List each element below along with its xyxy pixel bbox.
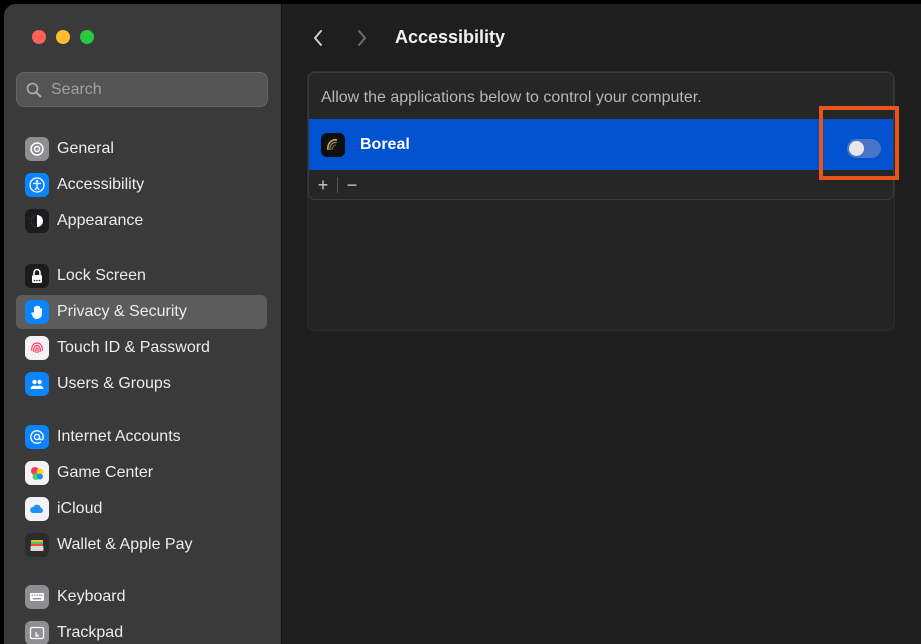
game-center-icon: [25, 461, 49, 485]
boreal-app-icon: [321, 132, 345, 157]
highlight-box: [819, 106, 899, 180]
sidebar-item-icloud[interactable]: iCloud: [16, 492, 267, 526]
sidebar-item-trackpad[interactable]: Trackpad: [16, 616, 267, 644]
accessibility-icon: [25, 173, 49, 197]
search-input[interactable]: [49, 79, 253, 100]
forward-button[interactable]: [352, 26, 372, 50]
list-footer: + −: [309, 170, 893, 199]
sidebar-item-label: Game Center: [57, 464, 154, 481]
sidebar-item-label: Appearance: [57, 212, 144, 229]
app-list: Allow the applications below to control …: [308, 72, 894, 200]
search-icon: [26, 82, 42, 97]
sidebar-item-label: Users & Groups: [57, 375, 171, 392]
sidebar-item-label: Touch ID & Password: [57, 339, 210, 356]
back-button[interactable]: [308, 26, 328, 50]
keyboard-icon: [25, 585, 49, 609]
gear-icon: [25, 137, 49, 161]
settings-panel: Allow the applications below to control …: [307, 71, 895, 331]
remove-button[interactable]: −: [338, 171, 366, 199]
sidebar-item-label: Privacy & Security: [57, 303, 187, 320]
sidebar-item-general[interactable]: General: [16, 132, 267, 166]
sidebar-item-lock-screen[interactable]: Lock Screen: [16, 259, 267, 293]
lock-icon: [25, 264, 49, 288]
at-icon: [25, 425, 49, 449]
sidebar-item-privacy-security[interactable]: Privacy & Security: [16, 295, 267, 329]
list-item[interactable]: Boreal: [309, 119, 893, 170]
list-description: Allow the applications below to control …: [321, 89, 702, 106]
system-settings-window: General Accessibility Appearance Lock Sc…: [4, 4, 921, 644]
appearance-icon: [25, 209, 49, 233]
sidebar: General Accessibility Appearance Lock Sc…: [4, 4, 282, 644]
sidebar-item-appearance[interactable]: Appearance: [16, 204, 267, 238]
sidebar-item-label: Lock Screen: [57, 267, 146, 284]
sidebar-item-wallet[interactable]: Wallet & Apple Pay: [16, 528, 267, 562]
wallet-icon: [25, 533, 49, 557]
sidebar-item-accessibility[interactable]: Accessibility: [16, 168, 267, 202]
sidebar-item-label: Internet Accounts: [57, 428, 181, 445]
minimize-button[interactable]: [56, 30, 70, 44]
trackpad-icon: [25, 621, 49, 644]
search-field[interactable]: [16, 72, 268, 107]
sidebar-item-internet-accounts[interactable]: Internet Accounts: [16, 420, 267, 454]
sidebar-item-label: Trackpad: [57, 624, 124, 641]
fingerprint-icon: [25, 336, 49, 360]
main-content: Accessibility Allow the applications bel…: [282, 4, 921, 644]
sidebar-item-game-center[interactable]: Game Center: [16, 456, 267, 490]
cloud-icon: [25, 497, 49, 521]
chevron-left-icon: [314, 30, 322, 46]
sidebar-item-users-groups[interactable]: Users & Groups: [16, 367, 267, 401]
close-button[interactable]: [32, 30, 46, 44]
sidebar-item-label: Accessibility: [57, 176, 145, 193]
sidebar-item-label: General: [57, 140, 114, 157]
app-name: Boreal: [360, 135, 410, 153]
sidebar-item-label: Wallet & Apple Pay: [57, 536, 193, 553]
sidebar-item-keyboard[interactable]: Keyboard: [16, 580, 267, 614]
hand-icon: [25, 300, 49, 324]
add-button[interactable]: +: [309, 171, 337, 199]
sidebar-item-label: Keyboard: [57, 588, 126, 605]
chevron-right-icon: [358, 30, 366, 46]
page-title: Accessibility: [395, 27, 506, 47]
zoom-button[interactable]: [80, 30, 94, 44]
users-icon: [25, 372, 49, 396]
sidebar-item-label: iCloud: [57, 500, 103, 517]
sidebar-item-touch-id[interactable]: Touch ID & Password: [16, 331, 267, 365]
